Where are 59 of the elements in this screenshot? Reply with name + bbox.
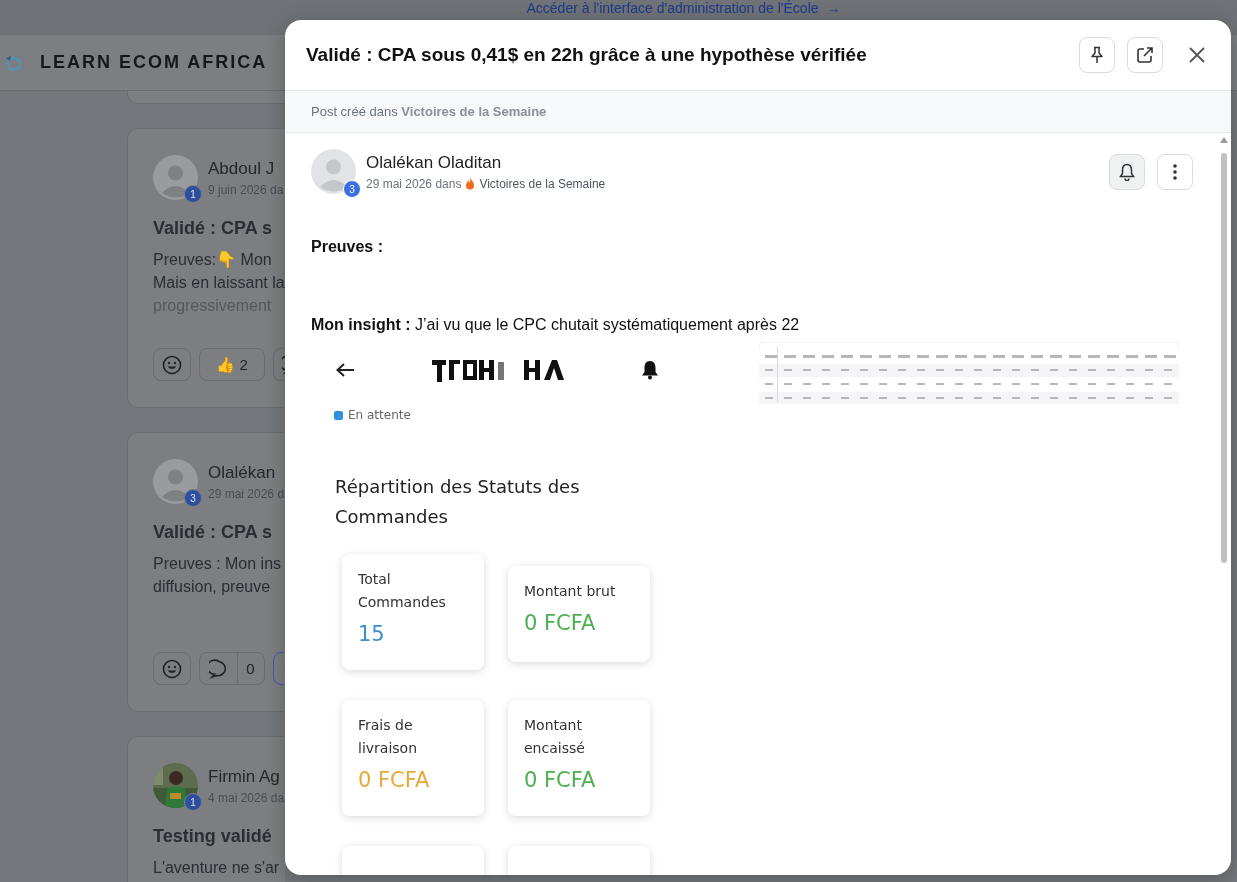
post-excerpt-line: Preuves : Mon ins <box>153 554 283 574</box>
scrollbar-thumb[interactable] <box>1221 153 1227 563</box>
stat-value: 0 FCFA <box>524 611 597 635</box>
stat-label: Frais de livraison <box>358 716 419 758</box>
level-badge: 1 <box>184 185 202 203</box>
smiley-icon <box>162 354 182 375</box>
modal-title: Validé : CPA sous 0,41$ en 22h grâce à une hypothèse vérifiée <box>306 44 868 66</box>
smiley-icon <box>162 658 182 679</box>
post-excerpt-line: L'aventure ne s'ar <box>153 858 281 878</box>
post-title[interactable]: Testing validé <box>153 826 285 847</box>
post-date: 29 mai 2026 dans <box>366 176 462 191</box>
post-paragraph: Mon insight : J’ai vu que le CPC chutait systématiquement après 22 <box>311 316 801 334</box>
comment-button[interactable]: 0 <box>199 652 265 685</box>
author-name[interactable]: Olalékan <box>208 462 285 483</box>
bell-icon <box>641 360 659 380</box>
post-excerpt-line: diffusion, preuve <box>153 577 272 597</box>
post-paragraph: Preuves : <box>311 238 385 256</box>
stat-value: 0 FCFA <box>358 768 431 792</box>
author-name[interactable]: Olalékan Oladitan <box>366 152 606 173</box>
close-icon <box>1189 47 1205 63</box>
external-link-icon <box>1136 46 1154 64</box>
scroll-up-icon[interactable] <box>1220 137 1228 143</box>
level-badge: 1 <box>184 793 202 811</box>
flame-icon <box>465 177 476 190</box>
more-options-button[interactable] <box>1157 153 1193 190</box>
chart-heading: Répartition des Statuts des Commandes <box>335 475 581 529</box>
more-icon <box>1173 163 1177 180</box>
avatar-icon <box>153 459 198 504</box>
author-name[interactable]: Firmin Ag <box>208 766 285 787</box>
admin-link[interactable]: Accéder à l'interface d'administration de l'École <box>526 0 819 17</box>
post-excerpt-line: Preuves:👇 Mon <box>153 250 273 270</box>
level-badge: 3 <box>343 180 361 198</box>
stat-value: 15 <box>358 622 386 646</box>
reaction-button[interactable]: 👍 2 <box>199 348 265 381</box>
add-reaction-button[interactable] <box>153 652 191 685</box>
pin-icon <box>1089 46 1105 64</box>
arrow-text: → <box>826 0 841 17</box>
stat-value: 0 FCFA <box>524 768 597 792</box>
notification-button[interactable] <box>1109 153 1145 190</box>
pin-button[interactable] <box>1079 37 1115 73</box>
add-reaction-button[interactable] <box>153 348 191 381</box>
post-title[interactable]: Validé : CPA s <box>153 218 285 239</box>
space-link[interactable]: Victoires de la Semaine <box>479 176 606 191</box>
logo-icon <box>4 53 22 72</box>
brand-name[interactable]: LEARN ECOM AFRICA <box>40 52 268 73</box>
avatar-icon <box>153 155 198 200</box>
open-external-button[interactable] <box>1127 37 1163 73</box>
back-arrow-icon <box>335 362 355 378</box>
level-badge: 3 <box>184 489 202 507</box>
post-title[interactable]: Validé : CPA s <box>153 522 285 543</box>
legend-label: En attente <box>348 408 411 422</box>
stat-label: Total Commandes <box>358 570 447 612</box>
avatar-icon <box>311 149 356 194</box>
post-excerpt-line: Mais en laissant la <box>153 273 285 293</box>
author-name[interactable]: Abdoul J <box>208 158 284 179</box>
stat-label: Montant encaissé <box>524 716 586 758</box>
posted-in-text: Post créé dans Victoires de la Semaine <box>311 104 547 119</box>
bell-icon <box>1119 162 1135 181</box>
stat-label: Montant brut <box>524 582 617 601</box>
